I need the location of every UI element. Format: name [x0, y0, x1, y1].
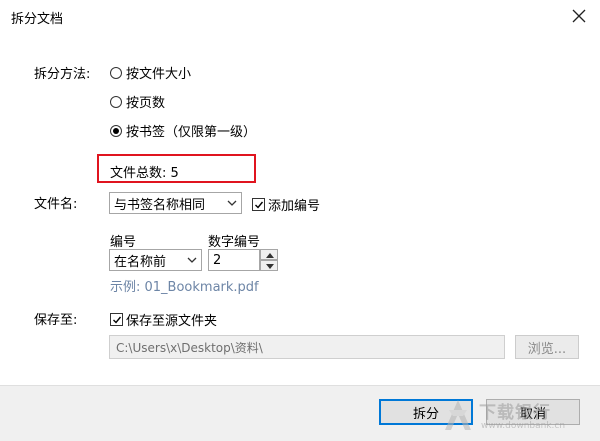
filename-mode-select[interactable]: 与书签名称相同: [109, 192, 242, 214]
close-button[interactable]: [566, 4, 592, 28]
output-path-field[interactable]: C:\Users\x\Desktop\资料\: [109, 335, 505, 359]
checkbox-box: [110, 313, 123, 326]
save-to-source-folder-label: 保存至源文件夹: [126, 314, 218, 329]
arrow-up-icon: [266, 253, 274, 258]
radio-circle-selected: [110, 124, 122, 137]
radio-label: 按书签（仅限第一级）: [126, 125, 257, 140]
save-to-label: 保存至:: [34, 313, 78, 328]
cancel-button[interactable]: 取消: [486, 399, 580, 425]
spin-down-button[interactable]: [260, 260, 278, 271]
radio-circle: [110, 95, 122, 108]
check-icon: [113, 316, 122, 324]
radio-label: 按页数: [126, 96, 166, 111]
number-position-value: 在名称前: [114, 254, 167, 270]
radio-circle: [110, 66, 122, 79]
digit-count-label: 数字编号: [208, 235, 261, 250]
file-count-text: 文件总数: 5: [110, 166, 179, 181]
browse-label: 浏览...: [527, 341, 567, 357]
filename-mode-value: 与书签名称相同: [114, 197, 206, 213]
filename-label: 文件名:: [34, 197, 78, 212]
digit-count-input[interactable]: 2: [208, 249, 260, 271]
close-icon: [572, 9, 586, 23]
title-bar: 拆分文档: [0, 0, 600, 32]
chevron-down-icon: [227, 200, 237, 206]
split-document-dialog: 拆分文档 拆分方法: 按文件大小 按页数 按书签（仅限第一级） 文件总数: 5 …: [0, 0, 600, 441]
split-button-label: 拆分: [412, 406, 439, 422]
radio-by-bookmark[interactable]: 按书签（仅限第一级）: [110, 121, 256, 140]
radio-by-file-size[interactable]: 按文件大小: [110, 63, 191, 82]
number-position-label: 编号: [110, 235, 137, 250]
split-button[interactable]: 拆分: [379, 399, 473, 425]
check-icon: [255, 201, 264, 209]
chevron-down-icon: [187, 257, 197, 263]
digit-count-value: 2: [213, 252, 222, 268]
spin-up-button[interactable]: [260, 249, 278, 260]
filename-example: 示例: 01_Bookmark.pdf: [110, 280, 259, 295]
browse-button[interactable]: 浏览...: [515, 335, 579, 359]
digit-count-spinner: [260, 249, 278, 271]
add-number-checkbox[interactable]: 添加编号: [252, 195, 320, 214]
dialog-title: 拆分文档: [11, 12, 64, 27]
radio-label: 按文件大小: [126, 67, 192, 82]
output-path-value: C:\Users\x\Desktop\资料\: [116, 340, 263, 355]
split-method-label: 拆分方法:: [34, 67, 91, 82]
checkbox-box: [252, 198, 265, 211]
cancel-button-label: 取消: [519, 406, 546, 422]
arrow-down-icon: [266, 264, 274, 269]
add-number-label: 添加编号: [268, 199, 321, 214]
radio-by-page-count[interactable]: 按页数: [110, 92, 165, 111]
number-position-select[interactable]: 在名称前: [109, 249, 202, 271]
save-to-source-folder-checkbox[interactable]: 保存至源文件夹: [110, 310, 217, 329]
